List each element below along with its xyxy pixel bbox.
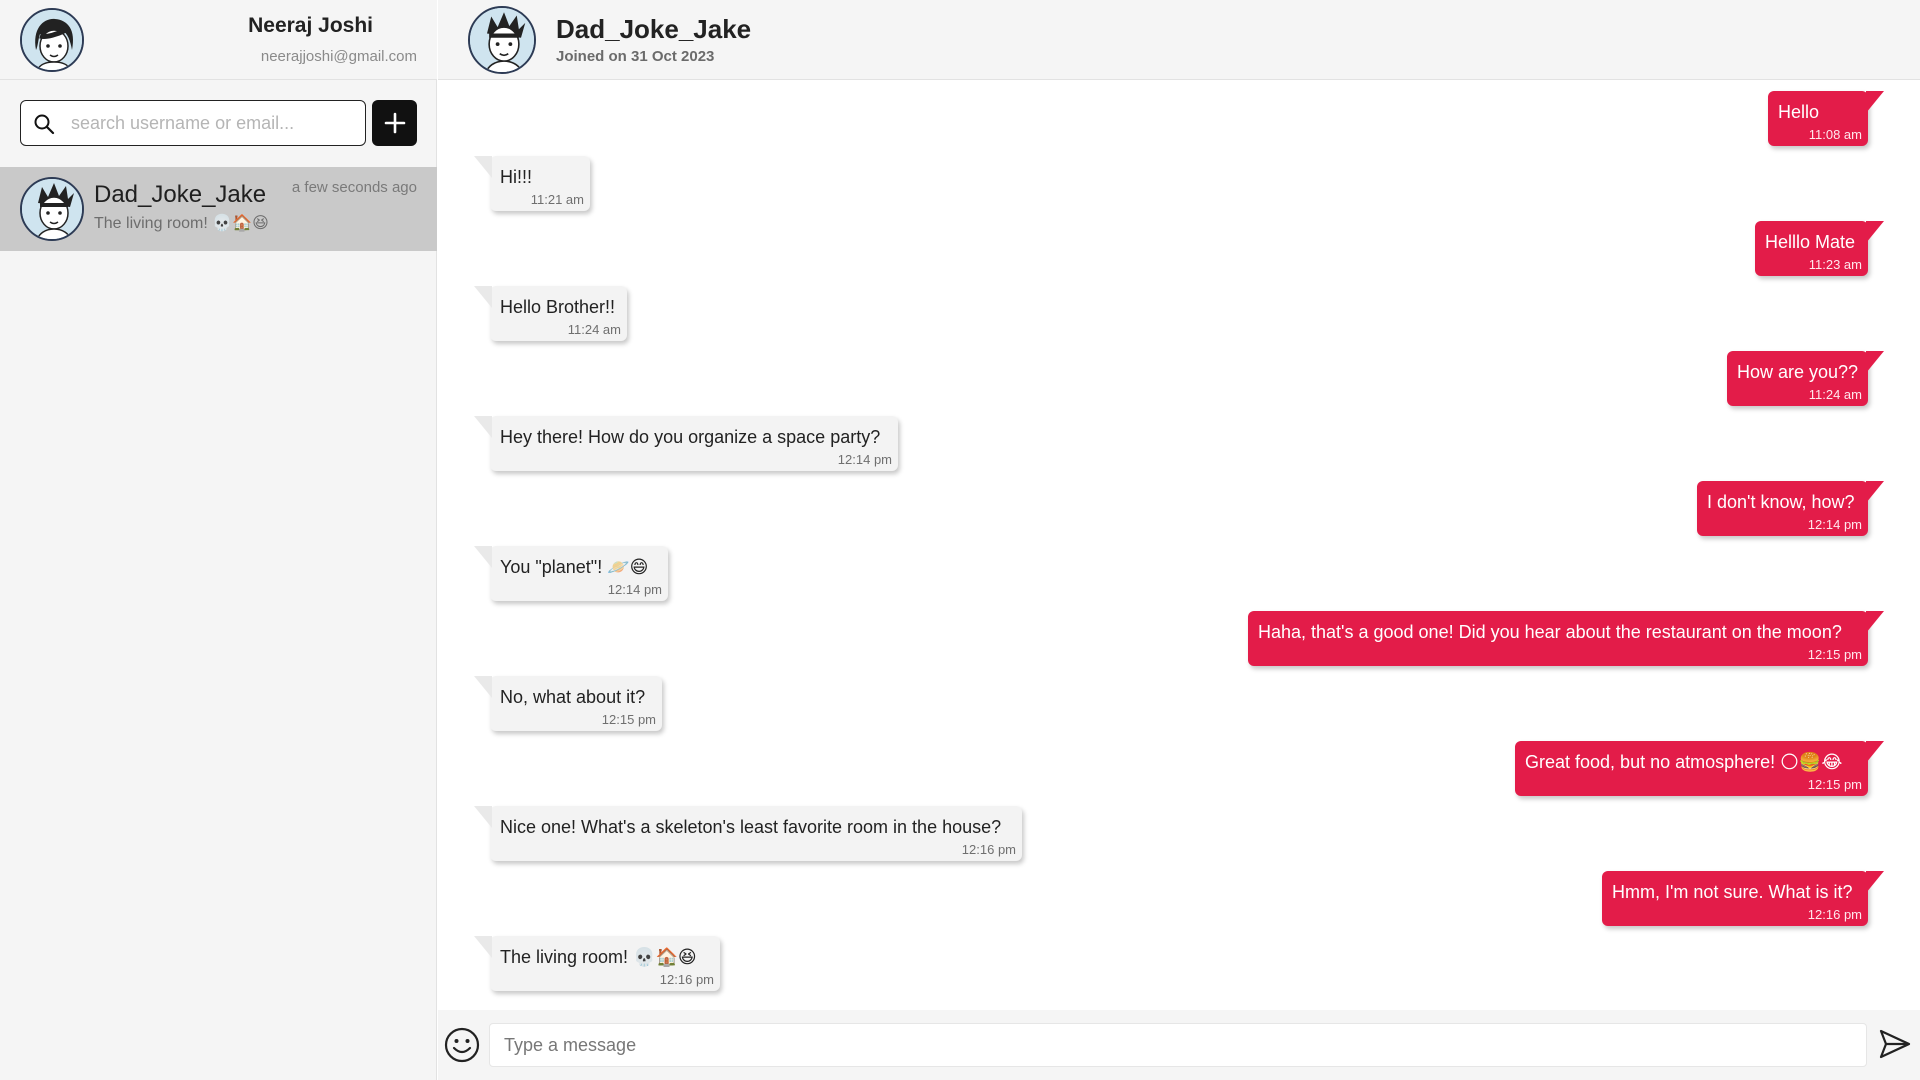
chat-avatar[interactable] — [468, 6, 536, 74]
message-time: 12:14 pm — [607, 582, 662, 597]
message-text: Haha, that's a good one! Did you hear ab… — [1258, 622, 1842, 642]
message-text: The living room! 💀🏠😆 — [500, 947, 697, 967]
message-time: 12:14 pm — [1807, 517, 1862, 532]
message-text: Great food, but no atmosphere! 🌕🍔😂 — [1525, 752, 1843, 772]
bubble-tail — [1866, 871, 1884, 893]
chat-title: Dad_Joke_Jake — [556, 14, 752, 44]
add-contact-button[interactable] — [372, 100, 417, 146]
message-text: I don't know, how? — [1707, 492, 1855, 512]
bubble-tail — [474, 286, 492, 308]
message-text: How are you?? — [1737, 362, 1859, 382]
contact-avatar — [20, 177, 84, 241]
emoji-picker-icon[interactable] — [442, 1025, 482, 1065]
bubble-tail — [474, 936, 492, 958]
message-time: 12:15 pm — [601, 712, 656, 727]
contact-name: Dad_Joke_Jake — [94, 181, 267, 208]
message-bubble: Hello 11:08 am — [1768, 91, 1884, 146]
search-icon — [34, 114, 55, 135]
message-time: 12:15 pm — [1807, 777, 1862, 792]
contact-item-dad-joke-jake[interactable]: Dad_Joke_Jake The living room! 💀🏠😆 a few… — [0, 167, 437, 251]
message-text: Hello — [1778, 102, 1820, 122]
bubble-tail — [474, 546, 492, 568]
search-row — [20, 100, 417, 146]
bubble-tail — [1866, 741, 1884, 763]
message-bubble: Hello Brother!! 11:24 am — [474, 286, 627, 341]
bubble-tail — [1866, 221, 1884, 243]
bubble-tail — [474, 156, 492, 178]
chat-header: Dad_Joke_Jake Joined on 31 Oct 2023 — [438, 0, 1920, 80]
message-bubble: You "planet"! 🪐😄 12:14 pm — [474, 546, 668, 601]
message-bubble: Great food, but no atmosphere! 🌕🍔😂 12:15… — [1515, 741, 1884, 796]
message-text: Nice one! What's a skeleton's least favo… — [500, 817, 1002, 837]
bubble-tail — [1866, 91, 1884, 113]
message-text: Hey there! How do you organize a space p… — [500, 427, 881, 447]
bubble-tail — [1866, 351, 1884, 373]
message-time: 11:24 am — [1808, 387, 1862, 402]
message-text: Helllo Mate — [1765, 232, 1856, 252]
message-bubble: I don't know, how? 12:14 pm — [1697, 481, 1884, 536]
message-bubble: No, what about it? 12:15 pm — [474, 676, 662, 731]
bubble-tail — [474, 416, 492, 438]
profile-name: Neeraj Joshi — [248, 14, 373, 37]
message-bubble: Nice one! What's a skeleton's least favo… — [474, 806, 1022, 861]
message-text: You "planet"! 🪐😄 — [500, 557, 649, 577]
message-time: 12:16 pm — [659, 972, 714, 987]
message-time: 11:24 am — [567, 322, 621, 337]
message-list[interactable]: Hello 11:08 am Hi!!! 11:21 am Helllo Mat… — [438, 81, 1920, 1009]
bubble-tail — [474, 806, 492, 828]
profile-avatar[interactable] — [20, 8, 84, 72]
bubble-tail — [474, 676, 492, 698]
message-text: Hmm, I'm not sure. What is it? — [1612, 882, 1853, 902]
message-time: 11:21 am — [530, 192, 584, 207]
plus-icon — [384, 112, 405, 134]
message-bubble: The living room! 💀🏠😆 12:16 pm — [474, 936, 720, 991]
message-time: 12:16 pm — [1807, 907, 1862, 922]
message-composer — [438, 1010, 1920, 1080]
message-bubble: Haha, that's a good one! Did you hear ab… — [1248, 611, 1884, 666]
message-input[interactable] — [489, 1023, 1867, 1067]
send-icon[interactable] — [1878, 1027, 1912, 1061]
sidebar: Neeraj Joshi neerajjoshi@gmail.com searc… — [0, 0, 437, 1080]
search-input[interactable] — [71, 109, 351, 137]
profile-header: Neeraj Joshi neerajjoshi@gmail.com — [0, 0, 437, 80]
contact-timestamp: a few seconds ago — [291, 179, 417, 196]
message-text: Hello Brother!! — [500, 297, 616, 317]
message-text: Hi!!! — [500, 167, 533, 187]
message-bubble: Hmm, I'm not sure. What is it? 12:16 pm — [1602, 871, 1884, 926]
message-time: 12:16 pm — [961, 842, 1016, 857]
profile-email: neerajjoshi@gmail.com — [260, 48, 417, 65]
message-time: 12:14 pm — [837, 452, 892, 467]
message-bubble: Hey there! How do you organize a space p… — [474, 416, 898, 471]
contact-last-message: The living room! 💀🏠😆 — [94, 215, 269, 232]
message-time: 12:15 pm — [1807, 647, 1862, 662]
message-text: No, what about it? — [500, 687, 646, 707]
chat-joined-date: Joined on 31 Oct 2023 — [556, 48, 715, 65]
bubble-tail — [1866, 481, 1884, 503]
message-time: 11:08 am — [1808, 127, 1862, 142]
search-box[interactable] — [20, 100, 366, 146]
bubble-tail — [1866, 611, 1884, 633]
message-time: 11:23 am — [1808, 257, 1862, 272]
message-bubble: Hi!!! 11:21 am — [474, 156, 590, 211]
message-bubble: How are you?? 11:24 am — [1727, 351, 1884, 406]
message-bubble: Helllo Mate 11:23 am — [1755, 221, 1884, 276]
